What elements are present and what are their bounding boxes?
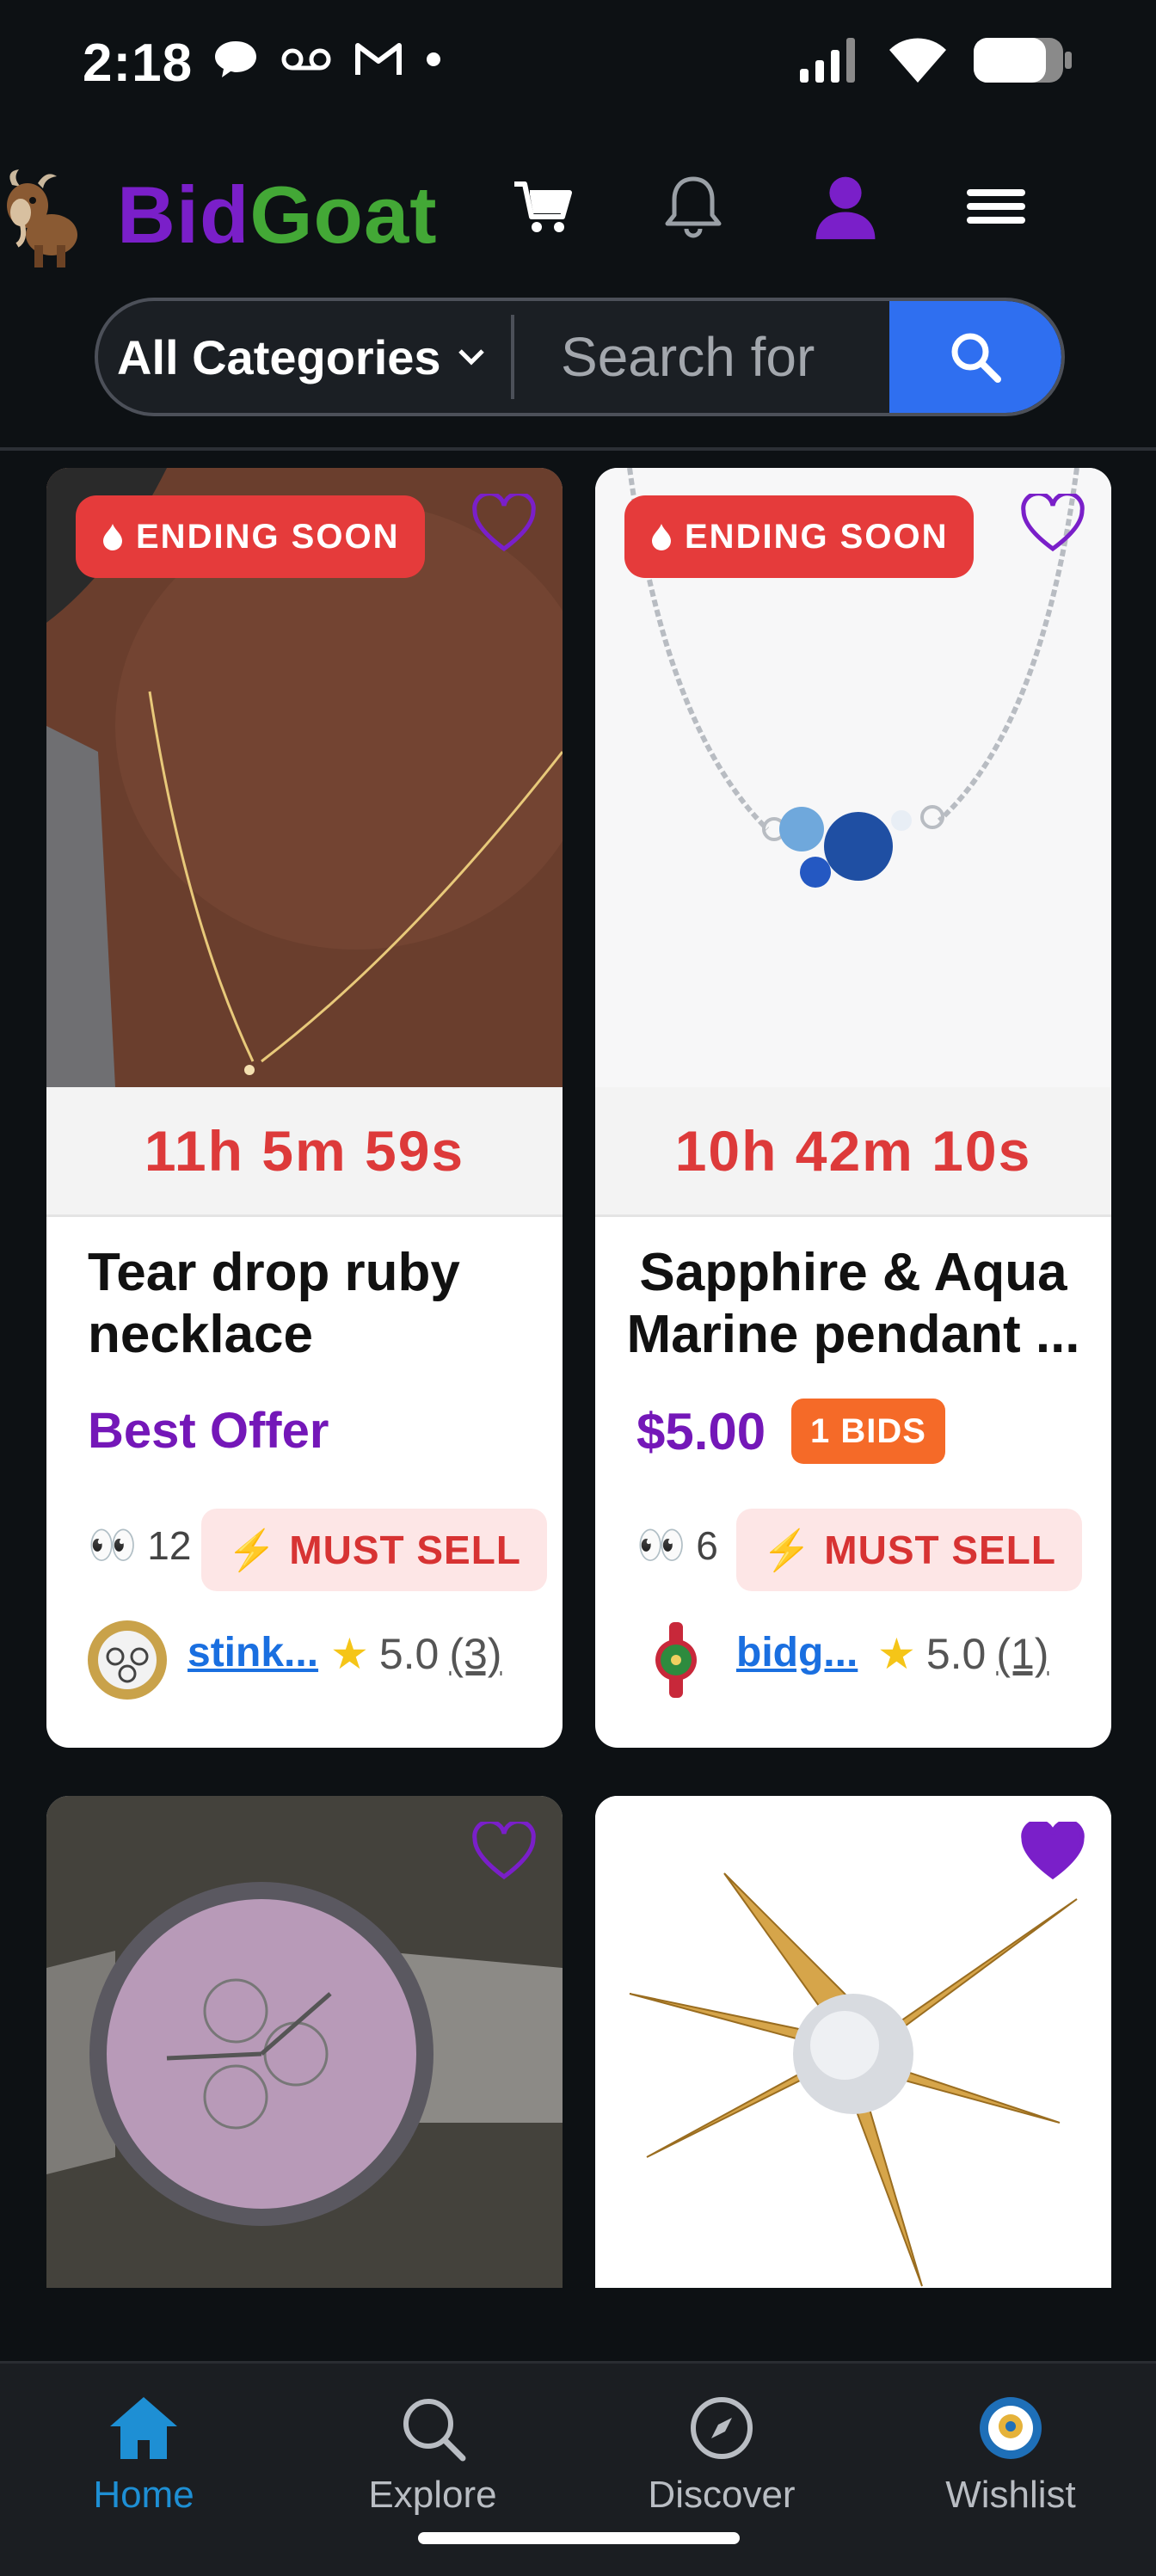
wifi-icon	[889, 38, 946, 83]
flame-icon	[652, 524, 671, 550]
view-count: 👀 6	[636, 1522, 718, 1569]
listing-title-line: Sapphire & Aqua	[639, 1243, 1067, 1302]
listing-title[interactable]: Tear drop ruby necklace	[88, 1242, 535, 1366]
goat-logo-icon[interactable]	[0, 168, 77, 271]
listing-card[interactable]	[595, 1796, 1111, 2288]
rating-count[interactable]: (3)	[449, 1629, 501, 1679]
nav-label: Discover	[648, 2474, 796, 2516]
seller-rating[interactable]: ★ 5.0 (3)	[330, 1629, 501, 1679]
countdown-timer: 11h 5m 59s	[46, 1087, 563, 1217]
rating-count[interactable]: (1)	[996, 1629, 1048, 1679]
seller-avatar[interactable]	[635, 1619, 717, 1701]
search-input[interactable]: Search for	[561, 301, 815, 413]
seller-link[interactable]: bidg...	[736, 1629, 858, 1676]
home-icon	[110, 2397, 177, 2459]
view-count-value: 6	[696, 1522, 718, 1568]
nav-wishlist[interactable]: Wishlist	[903, 2389, 1118, 2517]
must-sell-badge: ⚡ MUST SELL	[201, 1509, 547, 1591]
nav-home[interactable]: Home	[36, 2389, 251, 2517]
seller-link[interactable]: stink...	[188, 1629, 318, 1676]
listing-title[interactable]: Sapphire & Aqua Marine pendant ...	[621, 1242, 1085, 1366]
nav-discover[interactable]: Discover	[614, 2389, 829, 2517]
chat-bubble-icon	[215, 41, 256, 77]
heart-outline-icon[interactable]	[471, 494, 537, 554]
chevron-down-icon	[458, 349, 484, 366]
battery-icon	[974, 38, 1072, 83]
bell-icon[interactable]	[659, 172, 728, 241]
must-sell-badge: ⚡ MUST SELL	[736, 1509, 1082, 1591]
flame-icon	[103, 524, 122, 550]
wishlist-avatar-icon	[980, 2397, 1042, 2459]
search-icon	[951, 333, 1001, 383]
dot-icon	[427, 52, 440, 66]
gmail-icon	[355, 43, 402, 75]
divider	[511, 315, 514, 399]
menu-icon[interactable]	[962, 172, 1030, 241]
heart-filled-icon[interactable]	[1020, 1822, 1085, 1882]
home-indicator[interactable]	[418, 2532, 740, 2544]
must-sell-label: MUST SELL	[289, 1528, 521, 1572]
voicemail-icon	[281, 48, 331, 71]
header-divider	[0, 447, 1156, 451]
signal-icon	[800, 38, 855, 83]
view-count-value: 12	[147, 1522, 192, 1568]
category-select[interactable]: All Categories	[117, 301, 486, 413]
search-button[interactable]	[889, 301, 1061, 413]
lightning-icon: ⚡	[762, 1527, 813, 1572]
brand-goat: Goat	[249, 169, 438, 260]
search-icon	[403, 2399, 466, 2462]
star-icon: ★	[330, 1630, 369, 1678]
ending-soon-badge: ENDING SOON	[76, 495, 426, 578]
view-count: 👀 12	[88, 1522, 191, 1569]
star-icon: ★	[877, 1630, 916, 1678]
listing-card[interactable]	[46, 1796, 563, 2288]
heart-outline-icon[interactable]	[471, 1822, 537, 1882]
ending-soon-badge: ENDING SOON	[624, 495, 975, 578]
seller-rating[interactable]: ★ 5.0 (1)	[877, 1629, 1048, 1679]
must-sell-label: MUST SELL	[824, 1528, 1056, 1572]
compass-icon	[691, 2397, 753, 2459]
countdown-timer: 10h 42m 10s	[595, 1087, 1111, 1217]
status-bar: 2:18	[0, 0, 1156, 129]
brand-bid: Bid	[117, 169, 250, 260]
nav-explore[interactable]: Explore	[325, 2389, 540, 2517]
badge-label: ENDING SOON	[685, 517, 949, 556]
listing-card[interactable]: ENDING SOON 10h 42m 10s Sapphire & Aqua …	[595, 468, 1111, 1748]
nav-label: Home	[93, 2474, 194, 2516]
user-profile-icon[interactable]	[809, 172, 882, 241]
eyes-icon: 👀	[88, 1522, 138, 1567]
best-offer-label: Best Offer	[88, 1403, 329, 1459]
eyes-icon: 👀	[636, 1522, 686, 1567]
rating-value: 5.0	[378, 1630, 440, 1678]
notification-icons	[213, 40, 442, 79]
system-icons	[798, 36, 1073, 84]
nav-label: Explore	[368, 2474, 497, 2516]
lightning-icon: ⚡	[227, 1527, 278, 1572]
rating-value: 5.0	[925, 1630, 987, 1678]
search-bar: All Categories Search for	[95, 298, 1065, 416]
category-label: All Categories	[117, 329, 441, 384]
status-time: 2:18	[83, 34, 194, 93]
bid-count-badge: 1 BIDS	[791, 1399, 945, 1464]
seller-avatar[interactable]	[86, 1619, 169, 1701]
heart-outline-icon[interactable]	[1020, 494, 1085, 554]
current-price: $5.00	[636, 1403, 766, 1460]
cart-icon[interactable]	[509, 172, 578, 241]
nav-label: Wishlist	[945, 2474, 1076, 2516]
brand-logo-text[interactable]: BidGoat	[117, 169, 438, 261]
listing-card[interactable]: ENDING SOON 11h 5m 59s Tear drop ruby ne…	[46, 468, 563, 1748]
badge-label: ENDING SOON	[136, 517, 400, 556]
listing-title-line: Marine pendant ...	[626, 1305, 1080, 1364]
